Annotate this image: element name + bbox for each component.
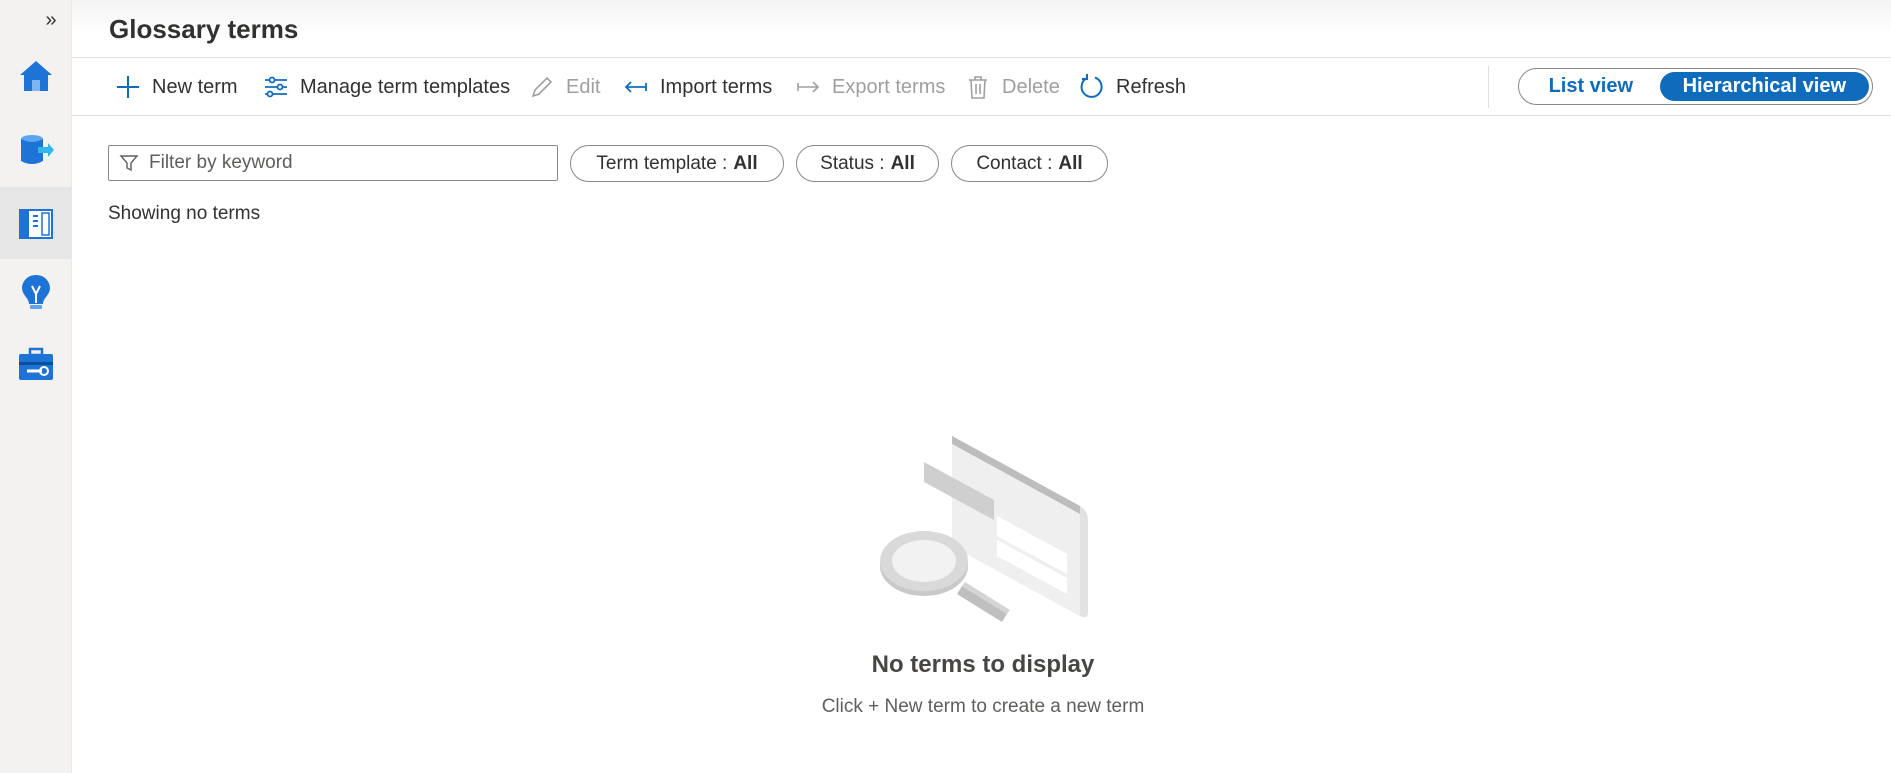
- keyword-filter-field: [108, 145, 558, 181]
- keyword-filter-input[interactable]: [149, 152, 549, 174]
- toolbar-divider: [1488, 66, 1489, 108]
- nav-item-insights[interactable]: [0, 256, 71, 328]
- manage-term-templates-button[interactable]: Manage term templates: [262, 58, 510, 116]
- plus-icon: [117, 76, 139, 98]
- delete-button[interactable]: Delete: [964, 58, 1060, 116]
- command-toolbar: New term Manage term templates Edit Impo…: [72, 58, 1891, 116]
- trash-icon: [969, 76, 987, 99]
- sliders-icon: [265, 76, 287, 98]
- edit-label: Edit: [566, 75, 601, 98]
- manage-term-templates-label: Manage term templates: [300, 75, 511, 98]
- new-term-button[interactable]: New term: [114, 58, 238, 116]
- empty-state-title: No terms to display: [871, 651, 1095, 678]
- status-filter-label: Status :: [820, 152, 885, 174]
- nav-item-data-map[interactable]: [0, 114, 71, 186]
- management-icon: [18, 347, 53, 380]
- data-map-icon: [20, 135, 54, 164]
- nav-item-data-catalog[interactable]: [0, 187, 71, 259]
- data-catalog-icon: [18, 209, 53, 239]
- refresh-icon: [1080, 74, 1103, 98]
- new-term-label: New term: [152, 75, 238, 98]
- export-arrow-icon: [797, 81, 820, 93]
- filter-icon: [119, 155, 139, 172]
- import-terms-button[interactable]: Import terms: [622, 58, 772, 116]
- edit-button[interactable]: Edit: [528, 58, 600, 116]
- term-template-filter-value: All: [733, 152, 758, 174]
- import-terms-label: Import terms: [660, 75, 773, 98]
- term-template-filter[interactable]: Term template : All: [570, 145, 784, 182]
- delete-label: Delete: [1002, 75, 1060, 98]
- view-mode-toggle: List view Hierarchical view: [1518, 68, 1873, 105]
- contact-filter-label: Contact :: [976, 152, 1053, 174]
- export-terms-label: Export terms: [832, 75, 946, 98]
- export-terms-button[interactable]: Export terms: [794, 58, 945, 116]
- page-header: Glossary terms: [72, 0, 1891, 58]
- term-template-filter-label: Term template :: [596, 152, 728, 174]
- import-arrow-icon: [624, 81, 647, 93]
- insights-icon: [21, 275, 50, 309]
- status-filter-value: All: [890, 152, 915, 174]
- contact-filter[interactable]: Contact : All: [951, 145, 1108, 182]
- status-filter[interactable]: Status : All: [796, 145, 939, 182]
- hierarchical-view-option[interactable]: Hierarchical view: [1659, 72, 1869, 101]
- app-root: » Glossary terms New term Manage term te…: [0, 0, 1891, 773]
- home-icon: [19, 61, 52, 91]
- nav-item-home[interactable]: [0, 40, 71, 112]
- nav-item-management[interactable]: [0, 328, 71, 400]
- left-nav-rail: »: [0, 0, 72, 773]
- list-view-option[interactable]: List view: [1522, 72, 1660, 101]
- pencil-icon: [531, 76, 553, 98]
- results-summary: Showing no terms: [108, 203, 261, 224]
- contact-filter-value: All: [1058, 152, 1083, 174]
- empty-search-illustration: [880, 436, 1088, 622]
- empty-state-subtitle: Click + New term to create a new term: [821, 696, 1145, 717]
- refresh-button[interactable]: Refresh: [1078, 58, 1186, 116]
- refresh-label: Refresh: [1116, 75, 1187, 98]
- expand-nav-button[interactable]: »: [38, 8, 64, 32]
- page-title: Glossary terms: [109, 14, 299, 44]
